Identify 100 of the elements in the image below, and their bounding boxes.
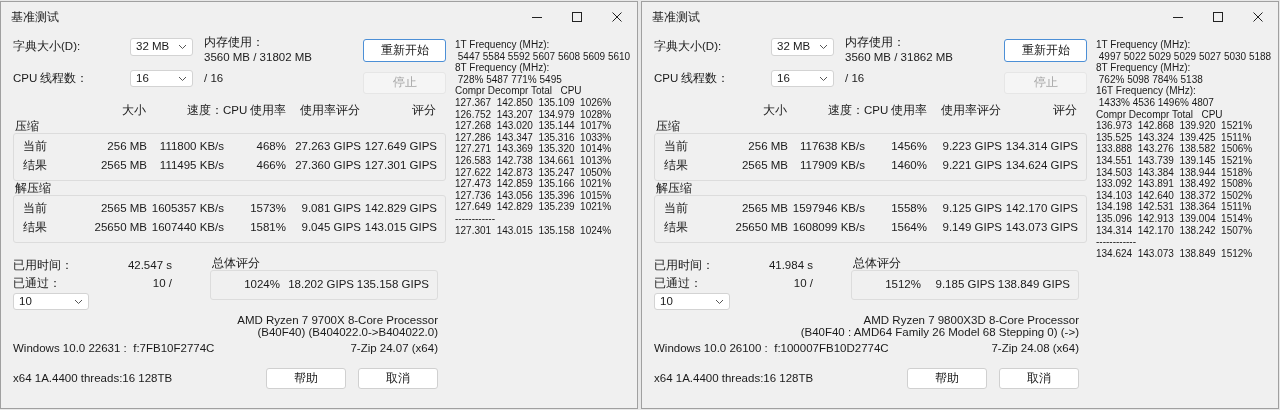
cancel-button[interactable]: 取消 xyxy=(358,368,438,389)
caret-icon xyxy=(819,75,828,82)
system-info: x64 1A.4400 threads:16 128TB xyxy=(654,370,815,386)
log-line: 134.551 143.739 139.145 1521% xyxy=(1096,154,1254,167)
log-line: 133.092 143.891 138.492 1508% xyxy=(1096,178,1254,190)
log-line: 135.096 142.913 139.004 1514% xyxy=(1096,212,1254,225)
log-line: 134.624 143.073 138.849 1512% xyxy=(1096,247,1254,260)
column-header: 评分 xyxy=(411,103,436,119)
log-line: 127.286 143.347 135.316 1033% xyxy=(455,131,613,144)
caret-icon xyxy=(178,44,187,50)
log-line: 127.622 142.873 135.247 1050% xyxy=(455,166,613,179)
table-cell-text: 127.649 GIPS xyxy=(363,138,437,154)
threads-dropdown[interactable]: 16 xyxy=(771,70,834,87)
dictionary-dropdown[interactable]: 32 MB xyxy=(771,38,834,56)
column-header: 使用率评分 xyxy=(299,103,360,119)
close-icon xyxy=(612,12,622,22)
field-label: 字典大小(D): xyxy=(654,39,723,55)
cpu-info: AMD Ryzen 7 9700X 8-Core Processor xyxy=(237,314,438,326)
table-cell-text: 1564% xyxy=(890,219,927,235)
table-cell-text: 143.015 GIPS xyxy=(363,219,437,235)
table-cell-text: 27.360 GIPS xyxy=(294,157,361,173)
total-value: 138.849 GIPS xyxy=(996,277,1070,293)
row-label: 当前 xyxy=(663,138,689,154)
field-label: 字典大小(D): xyxy=(13,39,82,55)
total-value: 18.202 GIPS xyxy=(287,277,354,293)
total-value: 1024% xyxy=(243,277,280,293)
stat-value: 41.984 s xyxy=(768,258,813,274)
threads-dropdown[interactable]: 16 xyxy=(130,70,193,87)
log-line: 1T Frequency (MHz): xyxy=(455,39,551,51)
table-cell-text: 1605357 KB/s xyxy=(150,200,224,216)
table-cell-text: 1573% xyxy=(249,200,286,216)
restart-button[interactable]: 重新开始 xyxy=(1004,39,1087,62)
table-cell-text: 142.829 GIPS xyxy=(363,200,437,216)
log-line: Compr Decompr Total CPU xyxy=(455,85,583,97)
log-line: 127.649 142.829 135.239 1021% xyxy=(455,201,613,213)
field-label: CPU 线程数： xyxy=(654,70,731,86)
stat-label: 已用时间： xyxy=(654,258,714,274)
log-line: 136.973 142.868 139.920 1521% xyxy=(1096,120,1254,132)
memory-label: 内存使用： xyxy=(845,35,906,50)
passes-dropdown[interactable]: 10 xyxy=(13,293,89,310)
log-line: 134.503 143.384 138.944 1518% xyxy=(1096,166,1254,179)
caret-icon xyxy=(715,298,724,305)
log-line: 127.473 142.859 135.166 1021% xyxy=(455,178,613,190)
table-cell-text: 466% xyxy=(255,157,286,173)
row-label: 结果 xyxy=(663,219,689,235)
column-header: 速度： xyxy=(827,103,864,119)
os-info: Windows 10.0 22631 : f:7FB10F2774C xyxy=(13,341,215,357)
row-label: 结果 xyxy=(22,219,48,235)
column-header: 大小 xyxy=(762,103,787,119)
row-label: 当前 xyxy=(22,200,48,216)
caret-icon xyxy=(819,44,828,50)
table-cell-text: 256 MB xyxy=(747,138,788,154)
caret-icon xyxy=(178,75,187,82)
table-cell-text: 9.081 GIPS xyxy=(300,200,361,216)
table-cell-text: 2565 MB xyxy=(740,200,788,216)
cancel-button[interactable]: 取消 xyxy=(999,368,1079,389)
version-info: 7-Zip 24.07 (x64) xyxy=(350,341,438,357)
table-cell-text: 256 MB xyxy=(106,138,147,154)
log-line: 134.103 142.640 138.372 1502% xyxy=(1096,189,1254,202)
table-cell-text: 2565 MB xyxy=(99,200,147,216)
table-cell-text: 117909 KB/s xyxy=(799,157,865,173)
window-title: 基准测试 xyxy=(651,9,701,26)
log-line: 127.736 143.056 135.396 1015% xyxy=(455,189,613,202)
log-line: 135.525 143.324 139.425 1511% xyxy=(1096,131,1253,144)
table-cell-text: 134.314 GIPS xyxy=(1004,138,1078,154)
memory-label: 内存使用： xyxy=(204,35,265,50)
stat-value: 42.547 s xyxy=(127,258,172,274)
stat-value: 10 / xyxy=(152,276,172,292)
column-header: 大小 xyxy=(121,103,146,119)
table-cell-text: 111800 KB/s xyxy=(158,138,224,154)
table-cell-text: 9.125 GIPS xyxy=(941,200,1002,216)
total-value: 9.185 GIPS xyxy=(934,277,995,293)
table-cell-text: 1607440 KB/s xyxy=(150,219,224,235)
cpu-info: (B40F40) (B404022.0->B404022.0) xyxy=(257,326,438,338)
maximize-icon xyxy=(1213,12,1223,22)
stat-label: 已通过： xyxy=(13,276,61,292)
table-cell-text: 25650 MB xyxy=(93,219,147,235)
group-label: 解压缩 xyxy=(14,181,52,195)
table-cell-text: 143.073 GIPS xyxy=(1004,219,1078,235)
version-info: 7-Zip 24.08 (x64) xyxy=(991,341,1079,357)
cpu-info: AMD Ryzen 7 9800X3D 8-Core Processor xyxy=(863,314,1079,326)
field-label: CPU 线程数： xyxy=(13,70,90,86)
restart-button[interactable]: 重新开始 xyxy=(363,39,446,62)
log-line: 134.198 142.531 138.364 1511% xyxy=(1096,201,1253,213)
help-button[interactable]: 帮助 xyxy=(907,368,987,389)
table-cell-text: 9.221 GIPS xyxy=(941,157,1002,173)
stat-label: 已通过： xyxy=(654,276,702,292)
table-cell-text: 2565 MB xyxy=(740,157,788,173)
thread-max: / 16 xyxy=(203,71,225,85)
passes-dropdown[interactable]: 10 xyxy=(654,293,730,310)
dictionary-dropdown[interactable]: 32 MB xyxy=(130,38,193,56)
log-line: 4997 5022 5029 5029 5027 5030 5188 xyxy=(1097,50,1272,63)
table-cell-text: 142.170 GIPS xyxy=(1004,200,1078,216)
table-cell-text: 1597946 KB/s xyxy=(791,200,865,216)
caret-icon xyxy=(74,298,83,305)
table-cell-text: 134.624 GIPS xyxy=(1004,157,1078,173)
group-label: 解压缩 xyxy=(655,181,693,195)
help-button[interactable]: 帮助 xyxy=(266,368,346,389)
row-label: 当前 xyxy=(22,138,48,154)
log-line: 127.268 143.020 135.144 1017% xyxy=(455,120,613,132)
